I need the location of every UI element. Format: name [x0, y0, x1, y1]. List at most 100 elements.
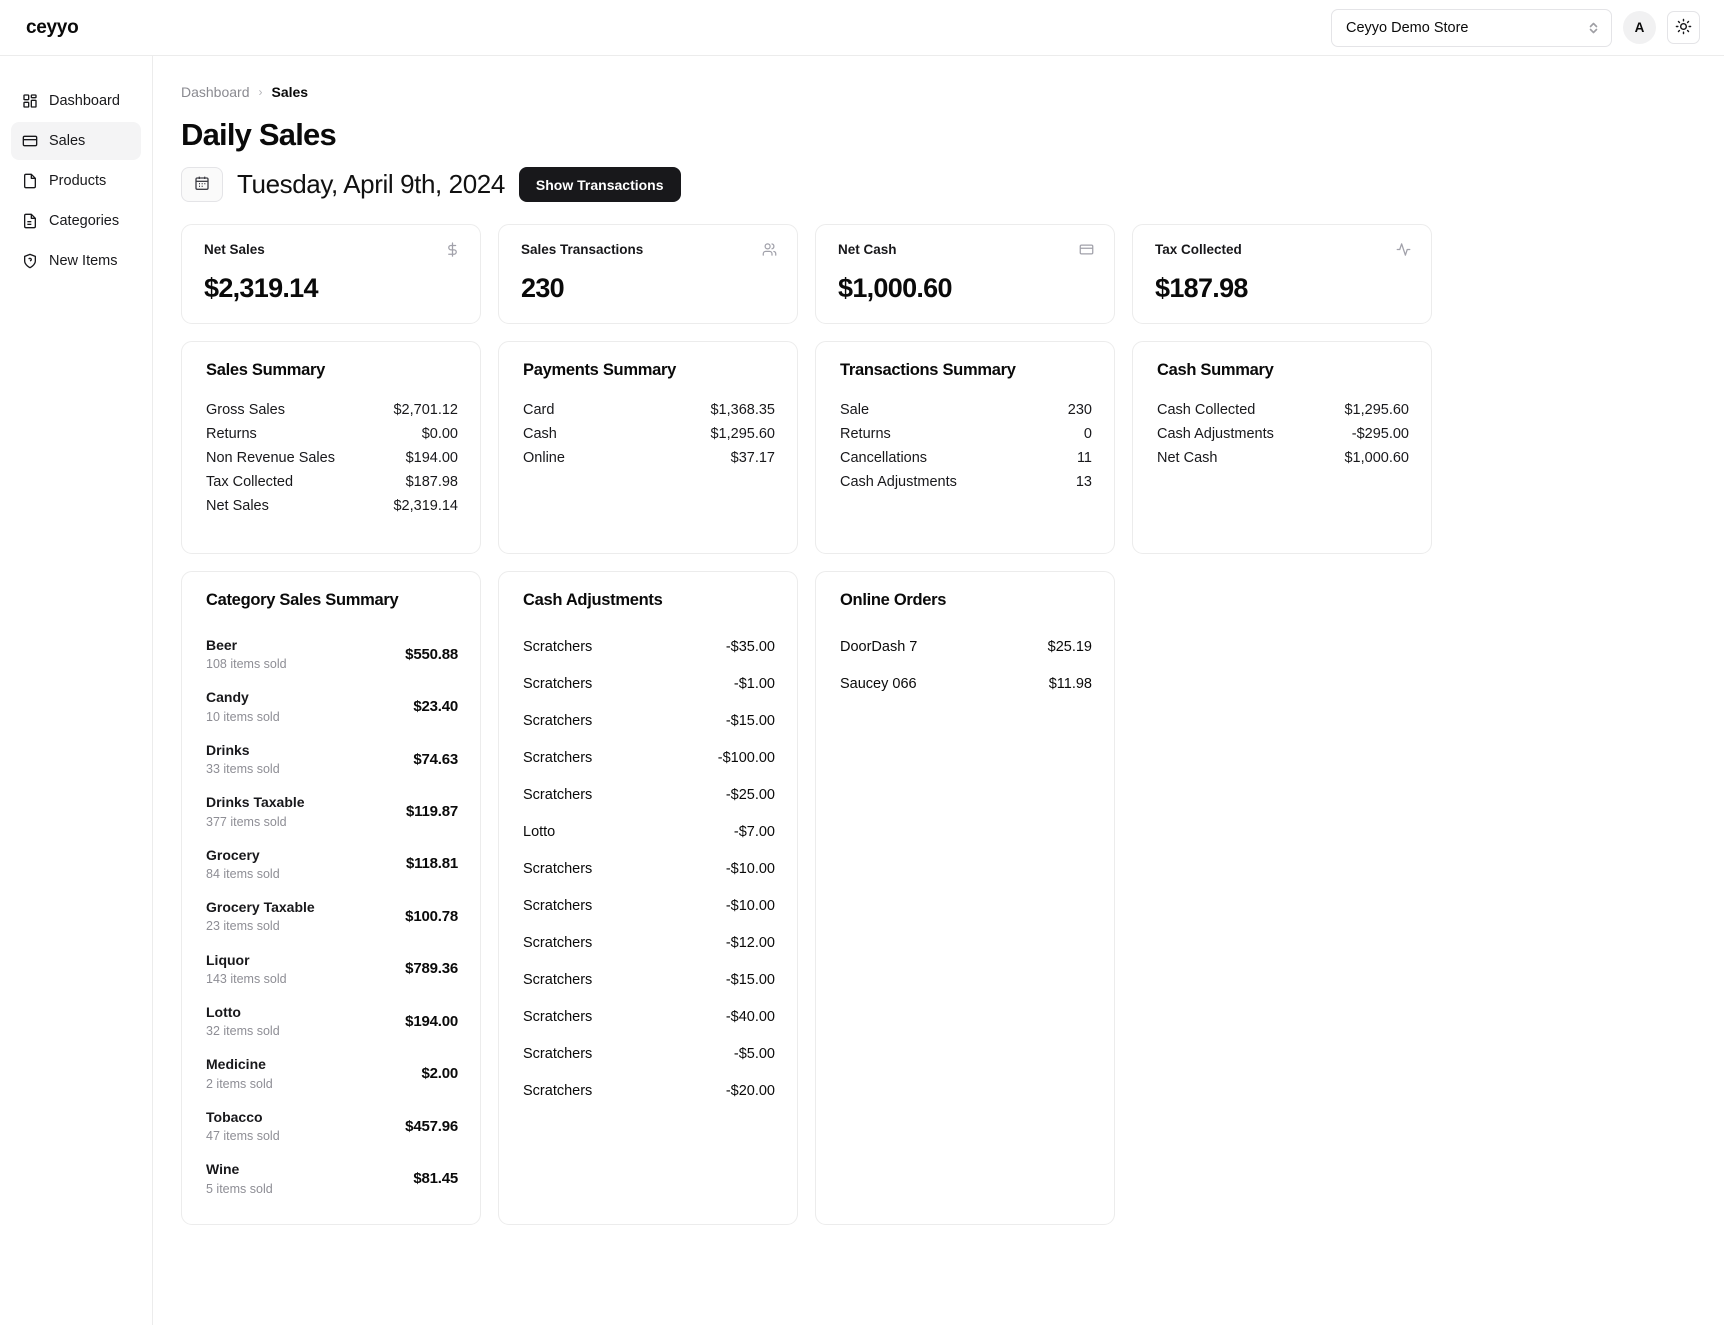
- list-item: Tobacco47 items sold$457.96: [206, 1100, 458, 1152]
- list-item: Scratchers-$10.00: [523, 887, 775, 924]
- main-content: Dashboard › Sales Daily Sales Tuesday, A…: [153, 56, 1724, 1325]
- adjustment-amount: -$15.00: [726, 713, 775, 729]
- row-value: $1,295.60: [1344, 402, 1409, 418]
- category-items-sold: 84 items sold: [206, 865, 280, 883]
- row-value: $187.98: [406, 474, 458, 490]
- kpi-card-net-sales: Net Sales $2,319.14: [181, 224, 481, 324]
- category-amount: $100.78: [405, 908, 458, 925]
- adjustment-label: Lotto: [523, 824, 555, 840]
- list-item: Grocery84 items sold $118.81: [206, 838, 458, 890]
- activity-icon: [1396, 242, 1411, 262]
- category-info: Beer108 items sold: [206, 635, 287, 673]
- kpi-label: Sales Transactions: [521, 242, 643, 257]
- adjustment-amount: -$100.00: [718, 750, 775, 766]
- category-info: Liquor143 items sold: [206, 950, 287, 988]
- sidebar-item-products[interactable]: Products: [11, 162, 141, 200]
- theme-toggle-button[interactable]: [1667, 11, 1700, 44]
- category-amount: $118.81: [406, 855, 458, 872]
- row-value: $1,000.60: [1344, 450, 1409, 466]
- category-name: Liquor: [206, 950, 287, 970]
- list-item: Scratchers-$20.00: [523, 1072, 775, 1109]
- adjustment-amount: -$7.00: [734, 824, 775, 840]
- calendar-picker-button[interactable]: [181, 167, 223, 202]
- category-sales-summary-card: Category Sales Summary Beer108 items sol…: [181, 571, 481, 1225]
- row-value: 13: [1076, 474, 1092, 490]
- sidebar-item-sales[interactable]: Sales: [11, 122, 141, 160]
- table-row: Cash$1,295.60: [523, 422, 775, 446]
- row-value: 0: [1084, 426, 1092, 442]
- row-value: 11: [1077, 450, 1092, 466]
- table-row: Online$37.17: [523, 446, 775, 470]
- credit-card-icon: [1079, 242, 1094, 262]
- row-label: Returns: [840, 426, 891, 442]
- category-info: Tobacco47 items sold: [206, 1107, 280, 1145]
- row-label: Cash Collected: [1157, 402, 1255, 418]
- page-title: Daily Sales: [181, 117, 1724, 153]
- transactions-summary-card: Transactions Summary Sale230 Returns0 Ca…: [815, 341, 1115, 554]
- row-value: $37.17: [731, 450, 775, 466]
- list-item: Scratchers-$12.00: [523, 924, 775, 961]
- adjustment-label: Scratchers: [523, 1009, 592, 1025]
- payments-summary-rows: Card$1,368.35 Cash$1,295.60 Online$37.17: [523, 398, 775, 470]
- kpi-row: Net Sales $2,319.14 Sales Transactions 2…: [181, 224, 1724, 324]
- adjustment-label: Scratchers: [523, 713, 592, 729]
- store-selector[interactable]: Ceyyo Demo Store: [1331, 9, 1612, 47]
- card-title: Payments Summary: [523, 361, 775, 380]
- table-row: Net Cash$1,000.60: [1157, 446, 1409, 470]
- sidebar-item-label: Products: [49, 173, 106, 189]
- list-item: Scratchers-$15.00: [523, 961, 775, 998]
- adjustment-label: Scratchers: [523, 676, 592, 692]
- table-row: Net Sales$2,319.14: [206, 494, 458, 518]
- breadcrumb-parent[interactable]: Dashboard: [181, 84, 250, 100]
- category-info: Grocery84 items sold: [206, 845, 280, 883]
- adjustment-label: Scratchers: [523, 1083, 592, 1099]
- category-info: Drinks33 items sold: [206, 740, 280, 778]
- table-row: Returns $0.00: [206, 422, 458, 446]
- adjustment-label: Scratchers: [523, 639, 592, 655]
- breadcrumb-current: Sales: [272, 84, 309, 100]
- row-value: $0.00: [422, 426, 458, 442]
- selected-date: Tuesday, April 9th, 2024: [237, 169, 505, 200]
- adjustment-label: Scratchers: [523, 935, 592, 951]
- row-value: 230: [1068, 402, 1092, 418]
- row-label: Returns: [206, 426, 257, 442]
- avatar[interactable]: A: [1623, 11, 1656, 44]
- sidebar-item-dashboard[interactable]: Dashboard: [11, 82, 141, 120]
- users-icon: [762, 242, 777, 262]
- category-sales-list: Beer108 items sold$550.88Candy10 items s…: [206, 628, 458, 1205]
- adjustment-label: Scratchers: [523, 787, 592, 803]
- list-item: Scratchers-$1.00: [523, 665, 775, 702]
- row-label: Tax Collected: [206, 474, 293, 490]
- adjustment-amount: -$10.00: [726, 861, 775, 877]
- sidebar-item-categories[interactable]: Categories: [11, 202, 141, 240]
- cash-summary-rows: Cash Collected$1,295.60 Cash Adjustments…: [1157, 398, 1409, 470]
- detail-row: Category Sales Summary Beer108 items sol…: [181, 571, 1724, 1225]
- order-amount: $11.98: [1049, 676, 1092, 692]
- list-item: Beer108 items sold$550.88: [206, 628, 458, 680]
- row-value: $2,701.12: [393, 402, 458, 418]
- list-item: Lotto32 items sold$194.00: [206, 995, 458, 1047]
- show-transactions-button[interactable]: Show Transactions: [519, 167, 681, 202]
- kpi-value: $2,319.14: [204, 273, 460, 304]
- category-info: Wine5 items sold: [206, 1159, 273, 1197]
- category-name: Lotto: [206, 1002, 280, 1022]
- kpi-card-net-cash: Net Cash $1,000.60: [815, 224, 1115, 324]
- summary-row: Sales Summary Gross Sales$2,701.12 Retur…: [181, 341, 1724, 554]
- table-row: Non Revenue Sales$194.00: [206, 446, 458, 470]
- brand-logo: ceyyo: [26, 17, 78, 39]
- sidebar-item-label: Categories: [49, 213, 119, 229]
- list-item: Scratchers-$40.00: [523, 998, 775, 1035]
- sidebar: Dashboard Sales Products Categories New …: [0, 56, 153, 1325]
- table-row: Card$1,368.35: [523, 398, 775, 422]
- category-info: Medicine2 items sold: [206, 1054, 273, 1092]
- kpi-label: Tax Collected: [1155, 242, 1242, 257]
- category-items-sold: 33 items sold: [206, 760, 280, 778]
- cash-summary-card: Cash Summary Cash Collected$1,295.60 Cas…: [1132, 341, 1432, 554]
- top-bar-actions: Ceyyo Demo Store A: [1331, 9, 1700, 47]
- shield-question-icon: [22, 253, 38, 269]
- category-amount: $81.45: [413, 1170, 458, 1187]
- row-label: Gross Sales: [206, 402, 285, 418]
- row-value: $1,368.35: [710, 402, 775, 418]
- table-row: Cash Collected $1,295.60: [1157, 398, 1409, 422]
- sidebar-item-new-items[interactable]: New Items: [11, 242, 141, 280]
